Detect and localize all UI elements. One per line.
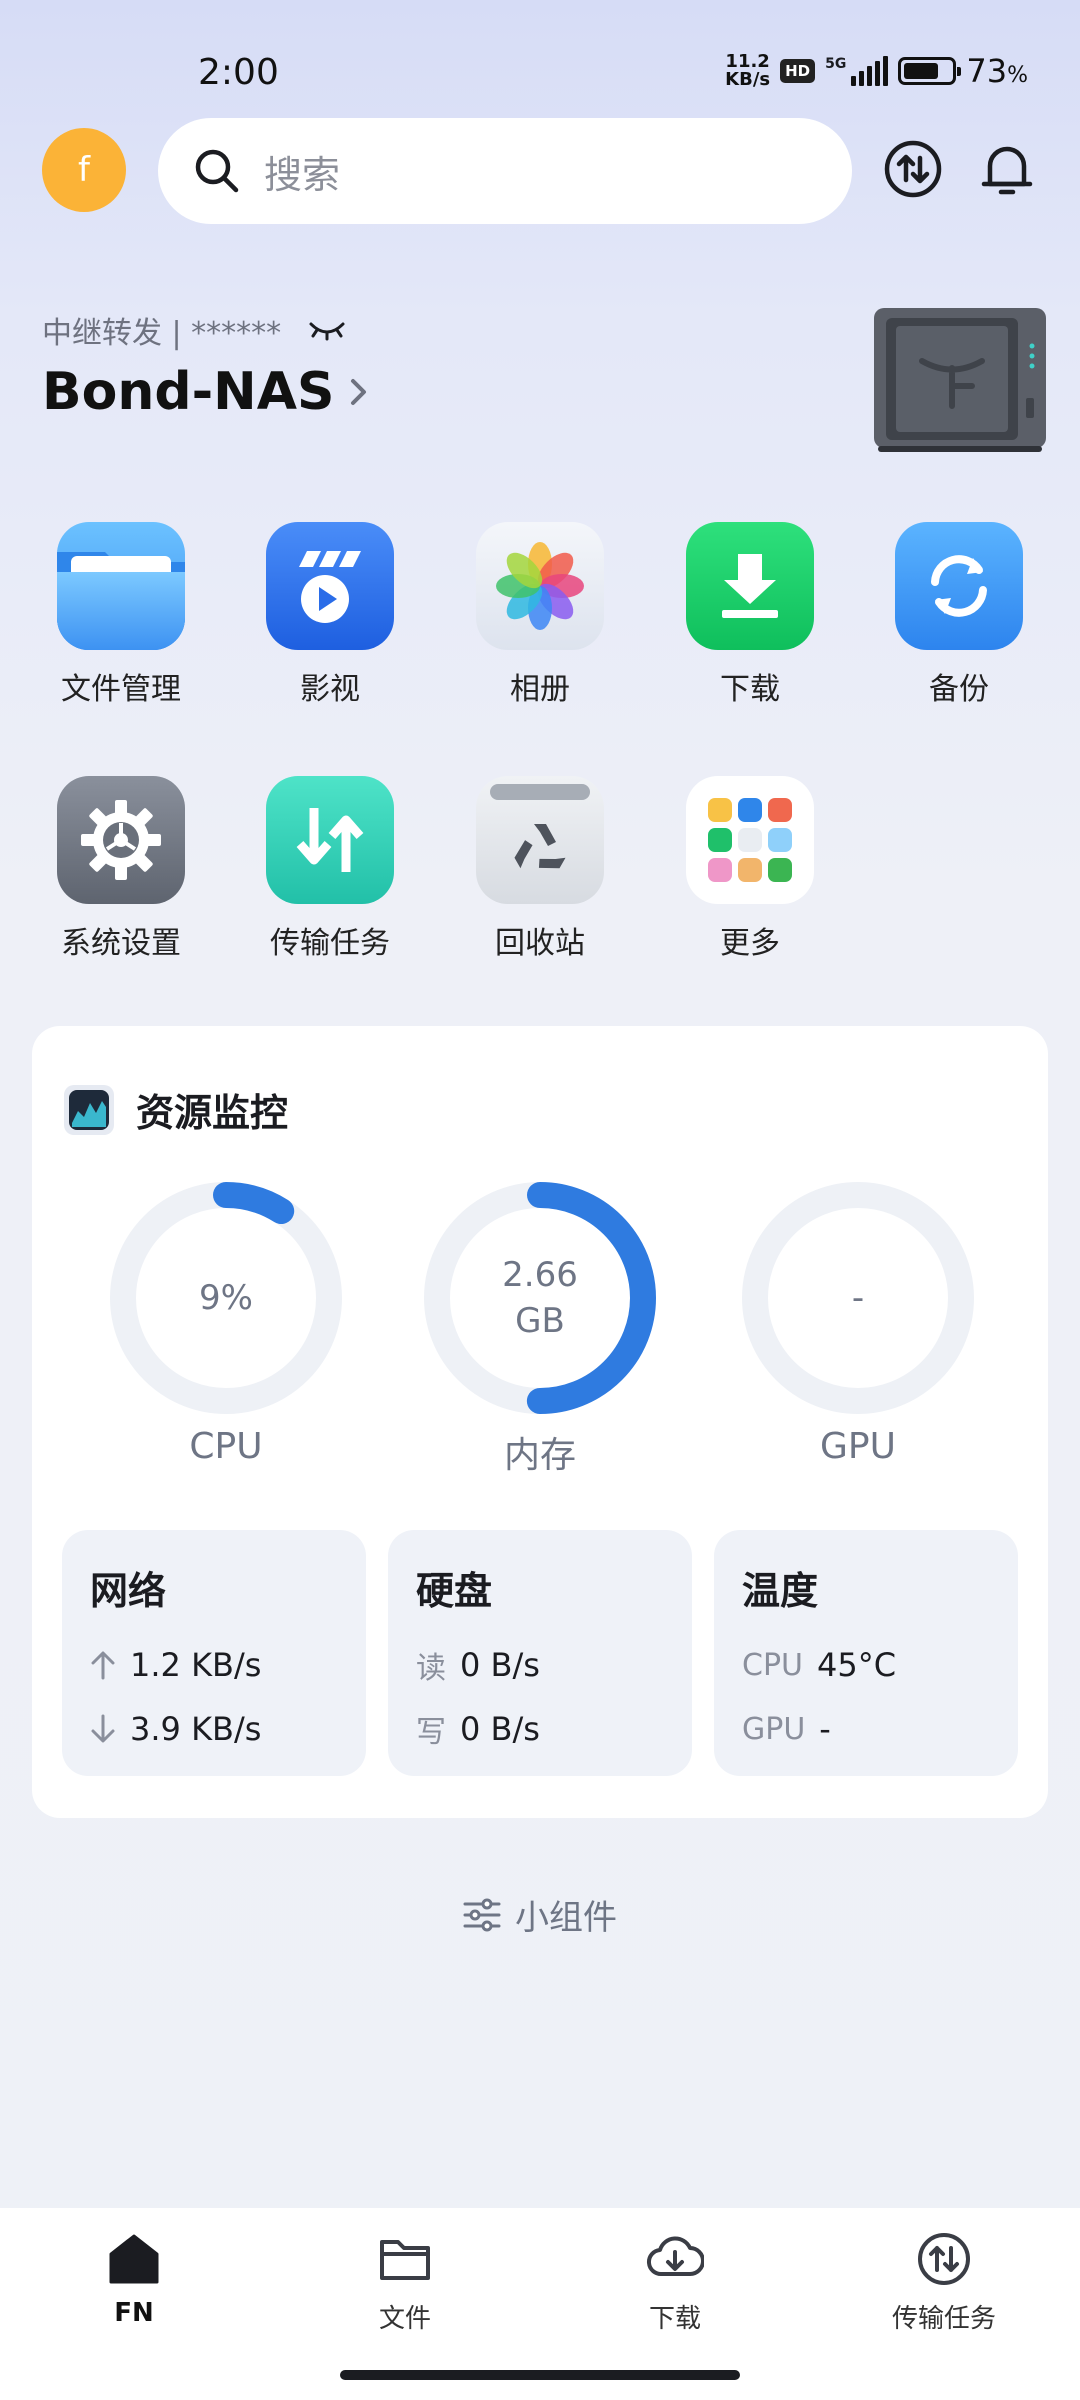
app-label: 传输任务 xyxy=(270,926,390,961)
cpu-label: CPU xyxy=(189,1426,263,1467)
widgets-button[interactable]: 小组件 xyxy=(0,1890,1080,1939)
folder-icon xyxy=(380,2240,430,2280)
monitor-title: 资源监控 xyxy=(64,1082,288,1137)
avatar[interactable]: f xyxy=(42,128,126,212)
disk-write-value: 0 B/s xyxy=(460,1710,540,1748)
monitor-chart-icon xyxy=(64,1084,114,1135)
app-download[interactable]: 下载 xyxy=(665,522,835,708)
more-apps-icon xyxy=(686,776,814,904)
monitor-title-text: 资源监控 xyxy=(136,1091,289,1135)
nav-label: 文件 xyxy=(378,2304,431,2334)
download-arrow-icon xyxy=(90,1714,116,1744)
nav-item-download[interactable]: 下载 xyxy=(565,2230,785,2335)
device-name-text: Bond-NAS xyxy=(42,362,335,422)
disk-title: 硬盘 xyxy=(416,1569,493,1613)
app-system-settings[interactable]: 系统设置 xyxy=(36,776,206,962)
eye-closed-icon[interactable] xyxy=(307,318,347,342)
search-bar[interactable]: 搜索 xyxy=(158,118,852,224)
status-indicators: 11.2 KB/s HD 5G 73% xyxy=(725,52,1028,90)
upload-arrow-icon xyxy=(90,1650,116,1680)
temperature-stat: 温度 CPU 45°C GPU - xyxy=(714,1530,1018,1776)
app-transfer[interactable]: 传输任务 xyxy=(245,776,415,962)
nav-label: FN xyxy=(114,2298,154,2328)
resource-monitor-card[interactable]: 资源监控 9% CPU 2.66 GB 内存 - GPU 网络 1.2 KB/s … xyxy=(32,1026,1048,1818)
home-indicator[interactable] xyxy=(340,2370,740,2380)
net-speed-unit: KB/s xyxy=(725,69,771,90)
net-speed: 11.2 KB/s xyxy=(725,53,770,89)
search-icon xyxy=(195,149,239,193)
battery-icon xyxy=(898,57,962,85)
temp-cpu-value: 45°C xyxy=(817,1646,897,1684)
network-title: 网络 xyxy=(90,1569,167,1613)
photos-icon xyxy=(476,522,604,650)
video-icon xyxy=(266,522,394,650)
home-icon xyxy=(109,2234,159,2284)
memory-unit: GB xyxy=(515,1301,565,1341)
search-placeholder: 搜索 xyxy=(264,152,341,197)
app-video[interactable]: 影视 xyxy=(245,522,415,708)
battery-percent: 73% xyxy=(966,52,1028,90)
nav-item-files[interactable]: 文件 xyxy=(295,2230,515,2335)
nas-device-icon xyxy=(874,308,1046,452)
download-icon xyxy=(686,522,814,650)
app-label: 相册 xyxy=(510,672,570,707)
temp-gpu-value: - xyxy=(819,1710,831,1748)
relay-text: 中继转发 | ****** xyxy=(42,316,282,351)
app-backup[interactable]: 备份 xyxy=(874,522,1044,708)
nav-label: 下载 xyxy=(648,2304,701,2334)
cpu-value: 9% xyxy=(199,1278,253,1318)
recycle-bin-icon xyxy=(476,776,604,904)
app-photos[interactable]: 相册 xyxy=(455,522,625,708)
app-label: 影视 xyxy=(300,672,360,707)
nav-item-transfer[interactable]: 传输任务 xyxy=(834,2230,1054,2335)
notification-bell-icon[interactable] xyxy=(976,138,1038,200)
app-more[interactable]: 更多 xyxy=(665,776,835,962)
settings-icon xyxy=(57,776,185,904)
temperature-title: 温度 xyxy=(742,1569,819,1613)
network-stat: 网络 1.2 KB/s 3.9 KB/s xyxy=(62,1530,366,1776)
backup-icon xyxy=(895,522,1023,650)
avatar-letter: f xyxy=(78,150,90,190)
connection-mode: 中继转发 | ****** xyxy=(42,308,347,352)
device-name[interactable]: Bond-NAS xyxy=(42,362,370,422)
disk-stat: 硬盘 读 0 B/s 写 0 B/s xyxy=(388,1530,692,1776)
nav-item-home[interactable]: FN xyxy=(24,2230,244,2328)
widgets-label: 小组件 xyxy=(515,1898,617,1938)
hd-badge: HD xyxy=(780,59,816,83)
transfer-status-icon[interactable] xyxy=(882,138,944,200)
temp-gpu-label: GPU xyxy=(742,1711,806,1747)
download-speed: 3.9 KB/s xyxy=(130,1710,262,1748)
signal-icon: 5G xyxy=(825,56,889,86)
gpu-gauge: - xyxy=(738,1178,978,1418)
app-recycle-bin[interactable]: 回收站 xyxy=(455,776,625,962)
app-label: 文件管理 xyxy=(61,672,181,707)
gpu-value: - xyxy=(851,1278,865,1318)
disk-read-label: 读 xyxy=(416,1651,446,1686)
gpu-label: GPU xyxy=(820,1426,896,1467)
app-label: 下载 xyxy=(720,672,780,707)
memory-value: 2.66 xyxy=(502,1255,578,1295)
app-label: 系统设置 xyxy=(61,926,181,961)
disk-read-value: 0 B/s xyxy=(460,1646,540,1684)
transfer-icon xyxy=(918,2233,970,2285)
status-time: 2:00 xyxy=(198,52,279,93)
folder-icon xyxy=(57,522,185,650)
transfer-icon xyxy=(266,776,394,904)
app-file-manager[interactable]: 文件管理 xyxy=(36,522,206,708)
app-label: 更多 xyxy=(720,926,780,961)
cpu-gauge: 9% xyxy=(106,1178,346,1418)
chevron-right-icon xyxy=(351,379,367,405)
app-label: 备份 xyxy=(929,672,989,707)
network-type: 5G xyxy=(825,56,847,72)
temp-cpu-label: CPU xyxy=(742,1647,803,1683)
sliders-icon xyxy=(463,1898,501,1931)
app-label: 回收站 xyxy=(495,926,585,961)
download-cloud-icon xyxy=(647,2236,704,2277)
nav-label: 传输任务 xyxy=(891,2304,996,2334)
memory-label: 内存 xyxy=(503,1435,576,1476)
memory-gauge: 2.66 GB xyxy=(420,1178,660,1418)
disk-write-label: 写 xyxy=(416,1715,446,1750)
upload-speed: 1.2 KB/s xyxy=(130,1646,262,1684)
